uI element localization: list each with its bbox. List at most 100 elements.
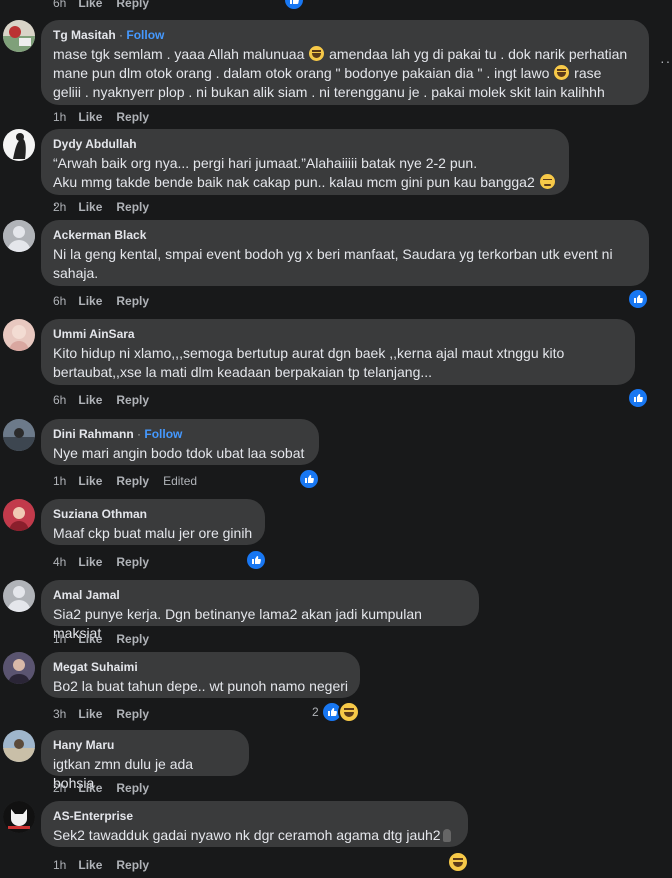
comment-time: 6h [53, 0, 67, 10]
like-link[interactable]: Like [78, 555, 102, 569]
like-link[interactable]: Like [78, 474, 102, 488]
default-avatar-icon[interactable] [3, 220, 35, 252]
follow-link[interactable]: Follow [126, 28, 164, 42]
avatar[interactable] [3, 20, 35, 52]
reply-link[interactable]: Reply [116, 200, 149, 214]
commenter-name[interactable]: Ummi AinSara [53, 327, 135, 341]
comment-time: 1h [53, 858, 67, 872]
commenter-name[interactable]: AS-Enterprise [53, 809, 133, 823]
comment-text: mase tgk semlam . yaaa Allah malunuaa am… [53, 46, 628, 100]
comment-bubble: Suziana Othman Maaf ckp buat malu jer or… [41, 499, 265, 545]
reply-link[interactable]: Reply [116, 632, 149, 646]
reply-link[interactable]: Reply [116, 0, 149, 10]
like-reaction-icon [283, 0, 305, 11]
comment-time: 3h [53, 707, 67, 721]
default-avatar-icon[interactable] [3, 580, 35, 612]
like-link[interactable]: Like [78, 858, 102, 872]
reply-link[interactable]: Reply [116, 110, 149, 124]
comment-actions: 4h Like Reply [53, 555, 163, 569]
like-reaction-icon [298, 468, 320, 490]
comment-bubble: AS-Enterprise Sek2 tawadduk gadai nyawo … [41, 801, 468, 847]
like-reaction-icon [627, 387, 649, 409]
comment-bubble: Tg Masitah · Follow mase tgk semlam . ya… [41, 20, 649, 105]
comment-text: Nye mari angin bodo tdok ubat laa sobat [53, 445, 305, 461]
comment-text: Bo2 la buat tahun depe.. wt punoh namo n… [53, 678, 348, 694]
comment-bubble: Megat Suhaimi Bo2 la buat tahun depe.. w… [41, 652, 360, 698]
avatar[interactable] [3, 319, 35, 351]
comment-actions: 1h Like Reply [53, 110, 163, 124]
haha-reaction-icon [447, 851, 469, 873]
person-emoji-icon [442, 829, 451, 842]
comment-time: 1h [53, 474, 67, 488]
reply-link[interactable]: Reply [116, 294, 149, 308]
reply-link[interactable]: Reply [116, 474, 149, 488]
comment-actions-partial: 6h Like Reply [53, 0, 163, 10]
reply-link[interactable]: Reply [116, 555, 149, 569]
comment-actions: 1h Like Reply [53, 632, 163, 646]
like-link[interactable]: Like [78, 200, 102, 214]
comment-bubble: Ackerman Black Ni la geng kental, smpai … [41, 220, 649, 286]
comment-actions: 3h Like Reply [53, 707, 163, 721]
avatar[interactable] [3, 499, 35, 531]
avatar[interactable] [3, 419, 35, 451]
separator-dot: · [137, 427, 142, 441]
reaction-summary[interactable] [245, 549, 267, 571]
reply-link[interactable]: Reply [116, 393, 149, 407]
commenter-name[interactable]: Dini Rahmann [53, 427, 134, 441]
follow-link[interactable]: Follow [144, 427, 182, 441]
commenter-name[interactable]: Dydy Abdullah [53, 137, 137, 151]
reaction-count: 2 [312, 705, 319, 719]
commenter-name[interactable]: Megat Suhaimi [53, 660, 138, 674]
avatar[interactable] [3, 801, 35, 833]
commenter-name[interactable]: Ackerman Black [53, 228, 146, 242]
comment-bubble: Amal Jamal Sia2 punye kerja. Dgn betinan… [41, 580, 479, 641]
more-options-icon[interactable]: ··· [660, 53, 672, 69]
commenter-name[interactable]: Tg Masitah [53, 28, 116, 42]
comment-time: 6h [53, 393, 67, 407]
like-link[interactable]: Like [78, 294, 102, 308]
commenter-name[interactable]: Amal Jamal [53, 588, 120, 602]
haha-reaction-icon [337, 701, 360, 723]
comment-bubble: Dini Rahmann · Follow Nye mari angin bod… [41, 419, 319, 465]
comment-text: Ni la geng kental, smpai event bodoh yg … [53, 246, 613, 281]
laughing-emoji-icon [309, 46, 325, 61]
avatar[interactable] [3, 730, 35, 762]
unamused-emoji-icon [539, 174, 555, 189]
comment-bubble: Hany Maru igtkan zmn dulu je ada bohsia [41, 730, 249, 791]
like-link[interactable]: Like [78, 632, 102, 646]
reply-link[interactable]: Reply [116, 781, 149, 795]
comment-text: Maaf ckp buat malu jer ore ginih [53, 525, 253, 541]
avatar[interactable] [3, 129, 35, 161]
reply-link[interactable]: Reply [116, 707, 149, 721]
comment-actions: 2h Like Reply [53, 781, 163, 795]
reaction-summary[interactable] [298, 468, 320, 490]
comment-time: 4h [53, 555, 67, 569]
reaction-summary[interactable]: 2 [312, 701, 360, 723]
reply-link[interactable]: Reply [116, 858, 149, 872]
like-link[interactable]: Like [78, 110, 102, 124]
like-link[interactable]: Like [78, 0, 102, 10]
separator-dot: · [119, 28, 124, 42]
comment-actions: 6h Like Reply [53, 294, 163, 308]
reaction-summary[interactable] [283, 0, 305, 11]
comment-actions: 1h Like Reply [53, 858, 163, 872]
commenter-name[interactable]: Suziana Othman [53, 507, 147, 521]
like-link[interactable]: Like [78, 393, 102, 407]
comment-text: Sek2 tawadduk gadai nyawo nk dgr ceramoh… [53, 826, 456, 845]
comment-actions: 6h Like Reply [53, 393, 163, 407]
reaction-summary[interactable] [627, 288, 649, 310]
comment-bubble: Dydy Abdullah “Arwah baik org nya... per… [41, 129, 569, 209]
like-link[interactable]: Like [78, 707, 102, 721]
reaction-summary[interactable] [447, 851, 469, 873]
comment-actions: 2h Like Reply [53, 200, 163, 214]
like-reaction-icon [627, 288, 649, 310]
comment-time: 2h [53, 200, 67, 214]
like-link[interactable]: Like [78, 781, 102, 795]
comment-time: 1h [53, 632, 67, 646]
edited-label: Edited [163, 474, 198, 488]
avatar[interactable] [3, 652, 35, 684]
commenter-name[interactable]: Hany Maru [53, 738, 114, 752]
comment-time: 6h [53, 294, 67, 308]
comment-actions: 1h Like Reply Edited [53, 474, 211, 488]
reaction-summary[interactable] [627, 387, 649, 409]
